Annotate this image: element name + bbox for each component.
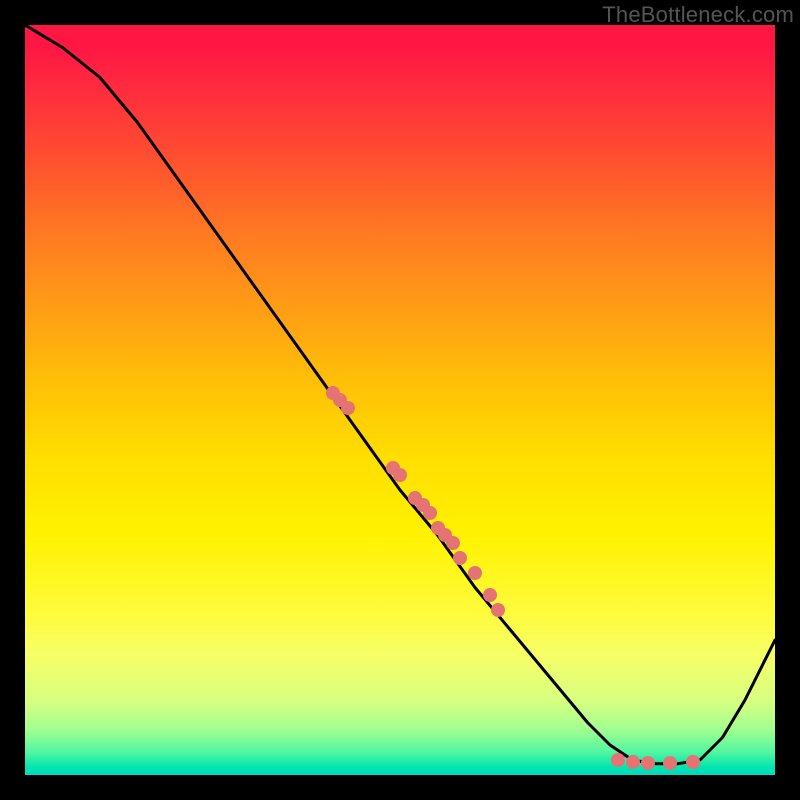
data-point-marker bbox=[641, 756, 655, 770]
chart-canvas: TheBottleneck.com bbox=[0, 0, 800, 800]
data-point-marker bbox=[468, 566, 482, 580]
data-point-marker bbox=[393, 468, 407, 482]
data-point-marker bbox=[626, 755, 640, 769]
data-point-marker bbox=[423, 506, 437, 520]
plot-area bbox=[25, 25, 775, 775]
data-point-marker bbox=[446, 536, 460, 550]
data-point-marker bbox=[663, 756, 677, 770]
data-point-marker bbox=[453, 551, 467, 565]
data-point-marker bbox=[491, 603, 505, 617]
data-point-marker bbox=[686, 755, 700, 769]
bottleneck-curve bbox=[25, 25, 775, 775]
data-point-marker bbox=[483, 588, 497, 602]
data-point-marker bbox=[341, 401, 355, 415]
data-point-marker bbox=[611, 753, 625, 767]
watermark-text: TheBottleneck.com bbox=[602, 2, 794, 28]
